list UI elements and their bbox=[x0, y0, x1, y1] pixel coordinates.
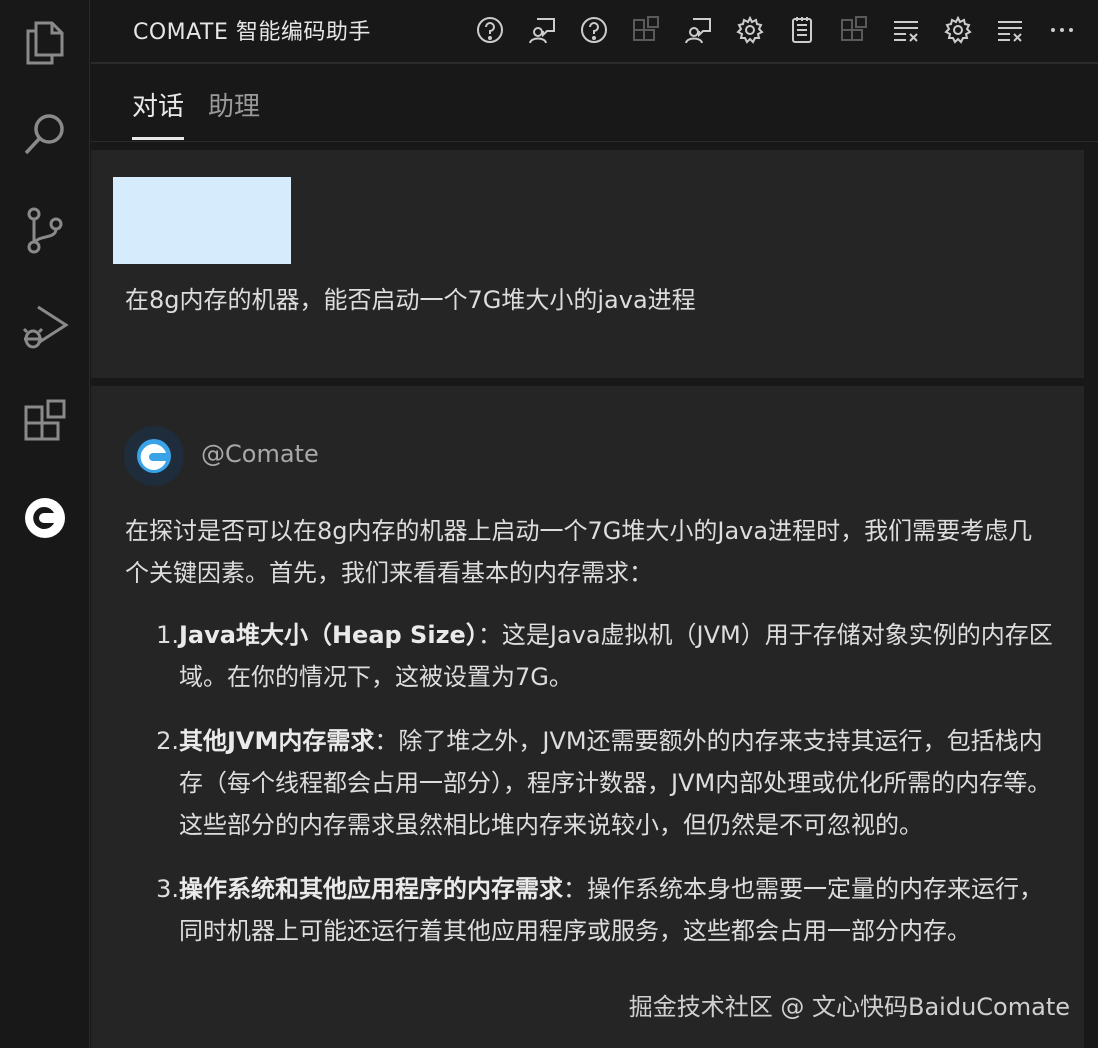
extensions-icon bbox=[633, 16, 659, 41]
search-icon bbox=[24, 114, 64, 155]
list-item: 3. 操作系统和其他应用程序的内存需求：操作系统本身也需要一定量的内存来运行，同… bbox=[125, 868, 1055, 952]
run-debug-icon bbox=[22, 305, 69, 349]
clear-button-2[interactable] bbox=[984, 10, 1036, 50]
clear-list-icon bbox=[894, 21, 918, 42]
settings-button-2[interactable] bbox=[932, 10, 984, 50]
activity-bar bbox=[0, 0, 90, 1048]
clear-button[interactable] bbox=[880, 10, 932, 50]
panel-title: COMATE 智能编码助手 bbox=[133, 20, 371, 45]
chat-user-icon bbox=[529, 18, 555, 44]
activity-run-debug[interactable] bbox=[0, 278, 90, 374]
watermark: 掘金技术社区 @ 文心快码BaiduComate bbox=[628, 993, 1070, 1021]
extensions-icon bbox=[24, 399, 66, 441]
assistant-message: @Comate 在探讨是否可以在8g内存的机器上启动一个7G堆大小的Java进程… bbox=[91, 386, 1084, 1048]
help-button[interactable] bbox=[464, 10, 516, 50]
clear-list-icon bbox=[998, 21, 1022, 42]
list-item: 1. Java堆大小（Heap Size）：这是Java虚拟机（JVM）用于存储… bbox=[125, 614, 1055, 698]
activity-comate[interactable] bbox=[0, 470, 90, 566]
panel-tabs: 对话 助理 bbox=[91, 66, 1098, 142]
comate-panel: COMATE 智能编码助手 对话 助理 在8g内存的机器，能否启动一个7G堆大小… bbox=[91, 0, 1098, 1048]
activity-search[interactable] bbox=[0, 86, 90, 182]
user-message: 在8g内存的机器，能否启动一个7G堆大小的java进程 bbox=[91, 150, 1084, 378]
activity-source-control[interactable] bbox=[0, 182, 90, 278]
help-icon bbox=[581, 17, 607, 43]
comate-logo-icon bbox=[124, 426, 184, 486]
user-image-attachment[interactable] bbox=[113, 177, 291, 264]
list-item-content: 操作系统和其他应用程序的内存需求：操作系统本身也需要一定量的内存来运行，同时机器… bbox=[179, 868, 1055, 952]
more-button[interactable] bbox=[1036, 10, 1088, 50]
list-item-title: Java堆大小（Heap Size） bbox=[179, 621, 478, 649]
activity-explorer[interactable] bbox=[0, 0, 90, 90]
user-message-text: 在8g内存的机器，能否启动一个7G堆大小的java进程 bbox=[125, 286, 696, 314]
list-item-title: 操作系统和其他应用程序的内存需求 bbox=[179, 875, 563, 903]
extensions-icon bbox=[841, 16, 867, 41]
extensions-button-2[interactable] bbox=[828, 10, 880, 50]
more-icon bbox=[1051, 28, 1073, 32]
list-item: 2. 其他JVM内存需求：除了堆之外，JVM还需要额外的内存来支持其运行，包括栈… bbox=[125, 720, 1055, 846]
list-item-number: 3. bbox=[156, 875, 179, 903]
list-item-number: 1. bbox=[156, 621, 179, 649]
tab-assistant[interactable]: 助理 bbox=[208, 86, 260, 137]
gear-icon bbox=[944, 15, 972, 44]
list-item-content: Java堆大小（Heap Size）：这是Java虚拟机（JVM）用于存储对象实… bbox=[179, 614, 1055, 698]
avatar bbox=[124, 426, 184, 486]
list-item-content: 其他JVM内存需求：除了堆之外，JVM还需要额外的内存来支持其运行，包括栈内存（… bbox=[179, 720, 1055, 846]
notes-icon bbox=[792, 17, 812, 43]
settings-button[interactable] bbox=[724, 10, 776, 50]
panel-toolbar bbox=[464, 10, 1088, 50]
tab-chat[interactable]: 对话 bbox=[132, 86, 185, 140]
chat-user-icon bbox=[685, 18, 711, 44]
gear-icon bbox=[736, 15, 764, 44]
assistant-message-body: 在探讨是否可以在8g内存的机器上启动一个7G堆大小的Java进程时，我们需要考虑… bbox=[125, 510, 1055, 974]
notes-button[interactable] bbox=[776, 10, 828, 50]
assistant-name: @Comate bbox=[201, 440, 319, 468]
chat-user-button-2[interactable] bbox=[672, 10, 724, 50]
source-control-icon bbox=[27, 207, 63, 254]
list-item-title: 其他JVM内存需求 bbox=[179, 727, 375, 755]
activity-extensions[interactable] bbox=[0, 374, 90, 470]
list-item-number: 2. bbox=[156, 727, 179, 755]
chat-user-button[interactable] bbox=[516, 10, 568, 50]
comate-icon bbox=[25, 498, 65, 538]
panel-title-bar: COMATE 智能编码助手 bbox=[91, 0, 1098, 64]
help-button-2[interactable] bbox=[568, 10, 620, 50]
help-icon bbox=[477, 17, 503, 43]
files-icon bbox=[26, 21, 64, 65]
assistant-intro: 在探讨是否可以在8g内存的机器上启动一个7G堆大小的Java进程时，我们需要考虑… bbox=[125, 517, 1033, 587]
extensions-button[interactable] bbox=[620, 10, 672, 50]
